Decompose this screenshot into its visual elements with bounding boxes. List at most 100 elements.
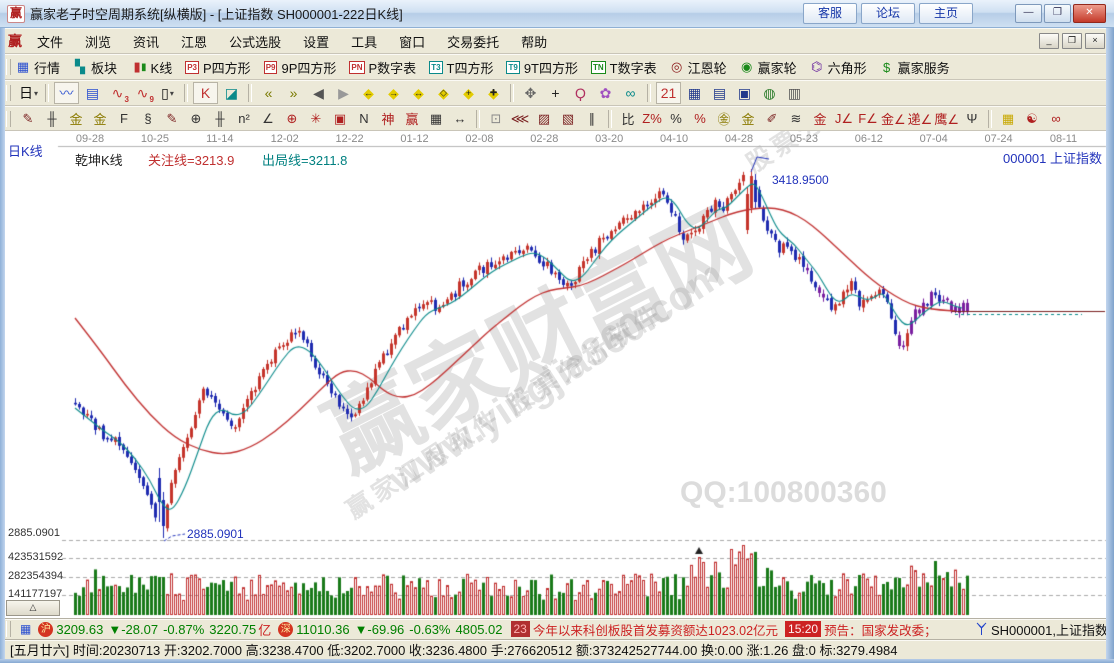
tool-spiral[interactable]: § [137,109,159,128]
tool-gold-lines[interactable]: 金 [737,109,759,128]
tool-calculator[interactable]: ▦ [683,83,706,103]
mdi-minimize-button[interactable]: _ [1039,33,1059,49]
tool-info-note[interactable]: ▤ [81,83,104,103]
sz-market-icon[interactable]: 深 [278,622,293,637]
minimize-button[interactable]: — [1015,4,1042,23]
tool-percent-line[interactable]: % [689,109,711,128]
toolbar-t-number[interactable]: TNT数字表 [591,58,657,77]
toolbar-winner-wheel[interactable]: ◉赢家轮 [740,58,797,77]
quick-button-forum[interactable]: 论坛 [861,3,915,24]
toolbar-p-square[interactable]: P3P四方形 [185,58,250,77]
quick-button-support[interactable]: 客服 [803,3,857,24]
tool-gann-left[interactable]: ◆← [357,83,380,103]
tool-h-span[interactable]: ↔ [449,109,471,128]
menu-item-settings[interactable]: 设置 [292,32,340,51]
tool-ruler-comb[interactable]: ╫ [209,109,231,128]
menu-item-help[interactable]: 帮助 [510,32,558,51]
tool-grid-123[interactable]: ▦ [425,109,447,128]
tool-parallel-lines[interactable]: ∥ [581,109,603,128]
tool-shen[interactable]: 神 [377,109,399,128]
tool-gann-plus[interactable]: ◆+ [457,83,480,103]
menu-item-file[interactable]: 文件 [26,32,74,51]
tool-gold-red[interactable]: 金 [809,109,831,128]
tool-angle-a[interactable]: ∠ [257,109,279,128]
maximize-button[interactable]: ❐ [1044,4,1071,23]
tool-fan-box[interactable]: ▨ [533,109,555,128]
toolbar-sectors[interactable]: ▚板块 [73,58,117,77]
toolbar-grip[interactable] [6,59,11,75]
news-ticker[interactable]: 今年以来科创板股首发募资额达1023.02亿元 [533,620,778,639]
tool-crosshair[interactable]: + [544,83,567,103]
tool-wave-9[interactable]: ∿9 [131,83,154,103]
tool-gann-right[interactable]: ◆→ [382,83,405,103]
tool-f-angle[interactable]: F∠ [857,109,879,128]
sh-market-icon[interactable]: 沪 [38,622,53,637]
news-count-badge[interactable]: 23 [511,621,530,637]
tool-nav-first[interactable]: « [257,83,280,103]
tool-gold-grid-2[interactable]: 金 [89,109,111,128]
toolbar-t9-square[interactable]: T99T四方形 [506,58,578,77]
tool-gold-grid[interactable]: 金 [65,109,87,128]
menu-item-trade[interactable]: 交易委托 [436,32,510,51]
tool-nav-prev[interactable]: ◀ [307,83,330,103]
toolbar-p-number[interactable]: PNP数字表 [349,58,416,77]
tool-box-select[interactable]: ⊡ [485,109,507,128]
tool-fan-box-2[interactable]: ▧ [557,109,579,128]
tool-target-red[interactable]: ⊕ [281,109,303,128]
quotes-grid-icon[interactable]: ▦ [20,622,31,636]
tool-gann-horizontal[interactable]: ◆↔ [407,83,430,103]
tool-notepad[interactable]: ▤ [708,83,731,103]
tool-print[interactable]: ▥ [783,83,806,103]
close-button[interactable]: ✕ [1073,4,1106,23]
menu-item-window[interactable]: 窗口 [388,32,436,51]
tool-circle-cross[interactable]: ⊕ [185,109,207,128]
tool-binoculars[interactable]: ∞ [619,83,642,103]
tool-scale-list[interactable]: 比 [617,109,639,128]
tool-psi[interactable]: Ψ [961,109,983,128]
tool-mark-flower[interactable]: ✿ [594,83,617,103]
toolbar-grip[interactable] [6,111,11,127]
menu-item-formula-pick[interactable]: 公式选股 [218,32,292,51]
tool-zen-chart[interactable]: 〰 [54,82,79,104]
tool-nav-next[interactable]: ▶ [332,83,355,103]
tool-wave-3[interactable]: ∿3 [106,83,129,103]
tool-pencil[interactable]: ✎ [17,109,39,128]
tool-star-red[interactable]: ✳ [305,109,327,128]
toolbar-quotes[interactable]: ▦行情 [16,58,60,77]
tool-send-stats[interactable]: ◍ [758,83,781,103]
tool-box-red[interactable]: ▣ [329,109,351,128]
tool-n-squared[interactable]: n² [233,109,255,128]
quick-button-home[interactable]: 主页 [919,3,973,24]
tool-candle-style[interactable]: ▯▾ [156,83,179,103]
tool-f-grid[interactable]: F [113,109,135,128]
tool-calendar[interactable]: 21 [656,82,681,104]
volume-expand-button[interactable]: △ [6,600,60,616]
tool-grid-gold[interactable]: ▦ [997,109,1019,128]
menu-item-news[interactable]: 资讯 [122,32,170,51]
mdi-close-button[interactable]: × [1085,33,1105,49]
tool-gann-expand[interactable]: ◆◇ [432,83,455,103]
toolbar-grip[interactable] [6,85,11,101]
tool-taiji[interactable]: ☯ [1021,109,1043,128]
tool-percent[interactable]: % [665,109,687,128]
news-ticker-2[interactable]: 预告：国家发改委； [824,620,937,639]
menu-item-browse[interactable]: 浏览 [74,32,122,51]
tool-save[interactable]: ▣ [733,83,756,103]
menu-item-gann[interactable]: 江恩 [170,32,218,51]
tool-fan-lines[interactable]: ⋘ [509,109,531,128]
tool-wave-arc[interactable]: ≋ [785,109,807,128]
menu-item-tools[interactable]: 工具 [340,32,388,51]
tool-j-angle[interactable]: J∠ [833,109,855,128]
tool-zoom-tool[interactable]: Ϙ [569,83,592,103]
tool-nav-last[interactable]: » [282,83,305,103]
toolbar-winner-service[interactable]: $赢家服务 [880,58,950,77]
kline-canvas[interactable] [0,131,1114,618]
tool-grid-comb[interactable]: ╫ [41,109,63,128]
tool-n-mark[interactable]: Ν [353,109,375,128]
toolbar-hexagon[interactable]: ⌬六角形 [810,58,867,77]
tool-z-percent[interactable]: Z% [641,109,663,128]
tool-color-kline[interactable]: ◪ [220,83,243,103]
tool-ying-angle[interactable]: 鹰∠ [934,109,959,128]
tool-gold-circle[interactable]: ㊎ [713,109,735,128]
toolbar-kline[interactable]: ▮▮K线 [130,58,172,77]
